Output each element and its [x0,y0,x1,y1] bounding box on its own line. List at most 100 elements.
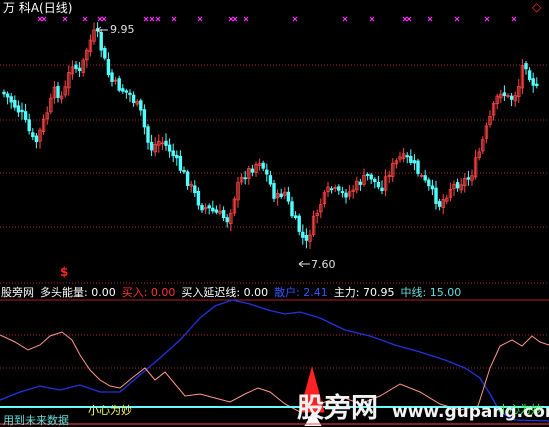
candle-body [286,191,291,202]
x-marker [402,16,408,22]
candle-body [430,185,435,190]
x-marker [37,16,43,22]
candle-body [380,187,384,192]
candle-body [131,94,136,103]
candle-body [434,187,438,204]
candle-body [427,179,431,187]
candle-body [99,32,103,51]
x-marker [484,16,490,22]
candle-body [211,207,215,212]
candle-body [261,162,265,169]
candle-body [9,96,13,103]
candle-body [74,64,78,69]
x-marker [228,16,234,22]
x-marker [427,16,433,22]
candle-body [16,105,21,113]
x-marker [232,16,238,22]
x-marker [82,16,88,22]
candle-body [502,92,507,97]
candle-body [128,92,132,95]
candle-body [272,183,276,199]
low-price-label: 7.60 [311,258,336,271]
watermark-url: www.gupang.com [392,402,549,422]
candle-body [268,175,273,185]
candle-body [2,91,6,95]
x-marker [97,16,103,22]
candle-body [13,100,17,108]
candle-body [110,72,114,82]
x-marker [197,16,203,22]
candle-body [20,109,24,113]
bull-energy-value: 多头能量: 0.00 [40,286,116,299]
candle-body [297,215,301,232]
candle-body [293,215,298,219]
x-marker [342,16,348,22]
candle-body [34,135,39,143]
chart-canvas[interactable] [0,0,549,426]
candle-body [301,231,305,238]
high-price-label: 9.95 [110,23,135,36]
candle-body [527,70,532,80]
candle-body [117,78,121,91]
candle-body [175,154,179,159]
careful-note: 小心为妙 [88,404,132,417]
candle-body [466,177,471,180]
middle-line-value: 中线: 15.00 [400,286,462,299]
candle-body [373,178,377,183]
dollar-signal-icon: $ [60,265,69,279]
x-marker [454,16,460,22]
x-marker [511,16,517,22]
candle-body [193,185,197,194]
candle-body [509,95,514,100]
x-marker [155,16,161,22]
x-marker [243,16,249,22]
candle-body [23,111,28,120]
candle-body [437,201,442,207]
candle-body [243,177,247,180]
candle-body [103,47,107,59]
candle-body [182,169,186,173]
candle-body [340,191,345,193]
candle-body [265,169,269,175]
candle-body [164,140,168,146]
candle-body [124,90,129,93]
x-marker [406,16,412,22]
indicator-name[interactable]: 股旁网 [1,286,34,299]
candle-body [412,160,417,164]
price-pointer-arrows [96,26,310,268]
candle-body [200,204,204,211]
candle-body [146,126,150,143]
candle-body [535,83,539,86]
candle-body [279,193,283,198]
candle-body [304,235,309,241]
candle-body [149,141,154,151]
x-marker [171,16,177,22]
candle-body [56,86,60,98]
signal-markers [37,16,517,22]
candle-body [106,59,111,76]
candle-body [214,209,219,213]
candle-body [142,109,147,128]
candle-body [185,171,190,186]
candle-body [225,217,229,223]
retail-value: 散户: 2.41 [274,286,328,299]
main-force-line [0,331,549,413]
x-marker [149,16,155,22]
candle-body [531,78,535,86]
candle-body [409,156,413,163]
candle-body [290,201,294,217]
candle-body [369,174,373,180]
candle-body [455,182,460,189]
x-marker [41,16,47,22]
candle-body [358,181,363,185]
candle-body [329,188,334,191]
diamond-icon[interactable]: ◇ [532,1,541,14]
candle-body [250,168,255,173]
candlestick-series[interactable] [2,22,539,249]
main-force-value: 主力: 70.95 [333,286,395,299]
candle-body [196,190,201,206]
candle-body [524,63,528,70]
chart-title: 万 科A(日线) [3,1,73,15]
candle-body [365,173,370,177]
candle-body [221,209,226,219]
